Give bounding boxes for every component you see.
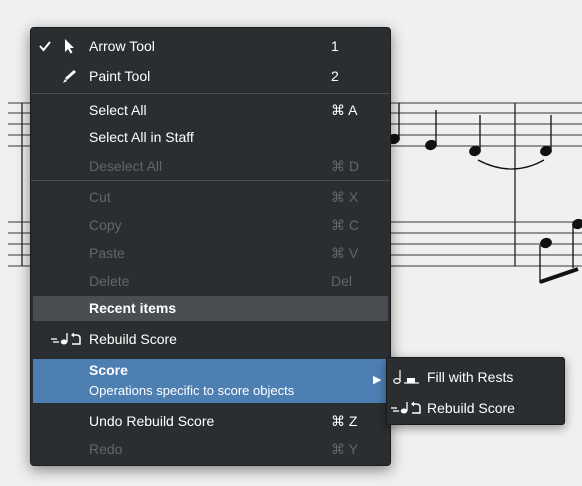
menu-item-label: Deselect All	[89, 158, 163, 174]
shortcut: ⌘ Z	[331, 413, 358, 429]
shortcut: ⌘ C	[331, 217, 359, 233]
divider	[31, 93, 390, 94]
submenu-arrow-icon: ▶	[373, 374, 382, 386]
shortcut: ⌘ X	[331, 189, 359, 205]
menu-item-label: Copy	[89, 217, 122, 233]
menu-item-arrow-tool[interactable]: Arrow Tool 1	[31, 32, 390, 59]
submenu-item-label: Rebuild Score	[427, 400, 515, 416]
menu-item-label: Select All in Staff	[89, 129, 194, 145]
section-title: Recent items	[89, 300, 177, 316]
menu-item-label: Paint Tool	[89, 68, 151, 84]
menu-item-label: Undo Rebuild Score	[89, 413, 215, 429]
submenu-item-label: Fill with Rests	[427, 369, 514, 385]
checkmark-icon	[35, 36, 55, 56]
recent-items-header: Recent items	[33, 296, 388, 321]
shortcut: 1	[331, 38, 339, 54]
menu-item-rebuild-score-recent[interactable]: Rebuild Score	[31, 325, 390, 352]
menu-item-undo[interactable]: Undo Rebuild Score ⌘ Z	[31, 407, 390, 434]
menu-item-label: Delete	[89, 273, 130, 289]
shortcut: ⌘ V	[331, 245, 359, 261]
shortcut: 2	[331, 68, 339, 84]
menu-item-label: Select All	[89, 102, 147, 118]
score-submenu: Fill with Rests Rebuild Score	[386, 357, 565, 425]
shortcut: ⌘ A	[331, 102, 358, 118]
menu-item-description: Operations specific to score objects	[89, 383, 295, 398]
menu-item-paint-tool[interactable]: Paint Tool 2	[31, 62, 390, 89]
menu-item-label: Cut	[89, 189, 111, 205]
menu-item-score[interactable]: Score Operations specific to score objec…	[33, 359, 386, 403]
shortcut: Del	[331, 273, 353, 289]
arrow-cursor-icon	[59, 36, 79, 56]
submenu-item-fill-with-rests[interactable]: Fill with Rests	[387, 363, 564, 390]
menu-item-label: Redo	[89, 441, 123, 457]
context-menu: Arrow Tool 1 Paint Tool 2 Select All ⌘ A…	[30, 27, 391, 466]
rebuild-score-icon	[49, 329, 83, 349]
rebuild-score-icon	[389, 398, 423, 418]
menu-item-redo[interactable]: Redo ⌘ Y	[31, 435, 390, 462]
menu-item-copy[interactable]: Copy ⌘ C	[31, 211, 390, 238]
menu-item-cut[interactable]: Cut ⌘ X	[31, 183, 390, 210]
menu-item-delete[interactable]: Delete Del	[31, 267, 390, 294]
menu-item-label: Arrow Tool	[89, 38, 155, 54]
shortcut: ⌘ Y	[331, 441, 358, 457]
menu-item-label: Rebuild Score	[89, 331, 177, 347]
divider	[31, 180, 390, 181]
menu-item-paste[interactable]: Paste ⌘ V	[31, 239, 390, 266]
fill-rests-icon	[391, 367, 421, 387]
shortcut: ⌘ D	[331, 158, 359, 174]
menu-item-select-all[interactable]: Select All ⌘ A	[31, 96, 390, 123]
menu-item-deselect-all[interactable]: Deselect All ⌘ D	[31, 152, 390, 179]
menu-item-label: Paste	[89, 245, 125, 261]
menu-item-label: Score	[89, 362, 128, 378]
submenu-item-rebuild-score[interactable]: Rebuild Score	[387, 394, 564, 421]
paintbrush-icon	[59, 66, 79, 86]
menu-item-select-all-in-staff[interactable]: Select All in Staff	[31, 123, 390, 150]
